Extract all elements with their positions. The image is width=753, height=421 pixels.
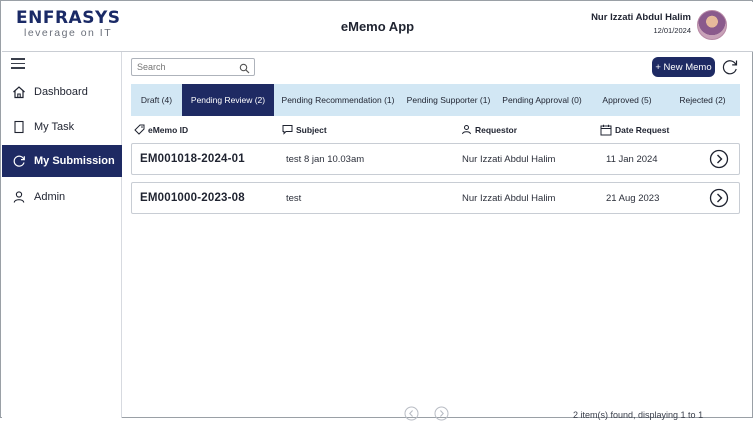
status-tabs: Draft (4) Pending Review (2) Pending Rec… <box>131 84 740 116</box>
date-request: 21 Aug 2023 <box>606 192 660 204</box>
tab-draft[interactable]: Draft (4) <box>131 84 182 116</box>
sidebar-item-my-submission[interactable]: My Submission <box>2 145 122 177</box>
table-row[interactable]: EM001000-2023-08 test Nur Izzati Abdul H… <box>131 182 740 214</box>
tag-icon <box>134 124 145 135</box>
tab-pending-supporter[interactable]: Pending Supporter (1) <box>402 84 495 116</box>
refresh-icon <box>12 154 26 168</box>
sidebar: Dashboard My Task My Submission Admin <box>2 52 122 418</box>
ememo-id: EM001000-2023-08 <box>140 192 245 204</box>
column-header-ememo-id[interactable]: eMemo ID <box>134 124 188 135</box>
hamburger-menu-icon[interactable] <box>11 58 25 69</box>
requestor: Nur Izzati Abdul Halim <box>462 192 556 204</box>
calendar-icon <box>600 124 612 136</box>
main-content: + New Memo Draft (4) Pending Review (2) … <box>123 52 753 421</box>
sidebar-item-dashboard[interactable]: Dashboard <box>2 76 122 108</box>
ememo-id: EM001018-2024-01 <box>140 153 245 165</box>
tab-rejected[interactable]: Rejected (2) <box>665 84 740 116</box>
user-icon <box>462 125 471 135</box>
table-row[interactable]: EM001018-2024-01 test 8 jan 10.03am Nur … <box>131 143 740 175</box>
requestor: Nur Izzati Abdul Halim <box>462 153 556 165</box>
open-arrow-icon[interactable] <box>709 149 729 169</box>
current-date: 12/01/2024 <box>653 26 691 35</box>
next-page-icon[interactable] <box>434 406 449 421</box>
subject: test <box>286 192 302 204</box>
tab-pending-review[interactable]: Pending Review (2) <box>182 84 274 116</box>
sidebar-item-label: Dashboard <box>34 86 88 98</box>
user-name: Nur Izzati Abdul Halim <box>591 12 691 23</box>
refresh-icon[interactable] <box>721 58 739 76</box>
home-icon <box>12 85 26 99</box>
subject: test 8 jan 10.03am <box>286 153 365 165</box>
header: ENFRASYS leverage on IT eMemo App Nur Iz… <box>2 2 753 52</box>
comment-icon <box>282 125 293 135</box>
task-icon <box>12 120 26 134</box>
sidebar-item-label: Admin <box>34 191 66 203</box>
search-icon[interactable] <box>239 61 250 79</box>
search-box[interactable] <box>131 58 255 76</box>
tab-pending-recommendation[interactable]: Pending Recommendation (1) <box>274 84 402 116</box>
tab-approved[interactable]: Approved (5) <box>589 84 665 116</box>
column-header-date-request[interactable]: Date Request <box>600 124 669 136</box>
user-icon <box>12 190 26 204</box>
sidebar-item-label: My Submission <box>34 155 115 167</box>
new-memo-button[interactable]: + New Memo <box>652 57 715 77</box>
items-found-text: 2 item(s) found, displaying 1 to 1 <box>573 410 704 420</box>
sidebar-item-admin[interactable]: Admin <box>2 181 122 213</box>
column-header-subject[interactable]: Subject <box>282 124 327 135</box>
app-window: ENFRASYS leverage on IT eMemo App Nur Iz… <box>0 0 753 421</box>
table-header: eMemo ID Subject Requestor Date Request <box>131 122 740 138</box>
previous-page-icon[interactable] <box>404 406 419 421</box>
column-header-requestor[interactable]: Requestor <box>461 124 517 135</box>
sidebar-item-label: My Task <box>34 121 75 133</box>
search-input[interactable] <box>132 62 238 72</box>
avatar[interactable] <box>697 10 727 40</box>
open-arrow-icon[interactable] <box>709 188 729 208</box>
date-request: 11 Jan 2024 <box>606 153 658 165</box>
tab-pending-approval[interactable]: Pending Approval (0) <box>495 84 589 116</box>
sidebar-item-my-task[interactable]: My Task <box>2 111 122 143</box>
